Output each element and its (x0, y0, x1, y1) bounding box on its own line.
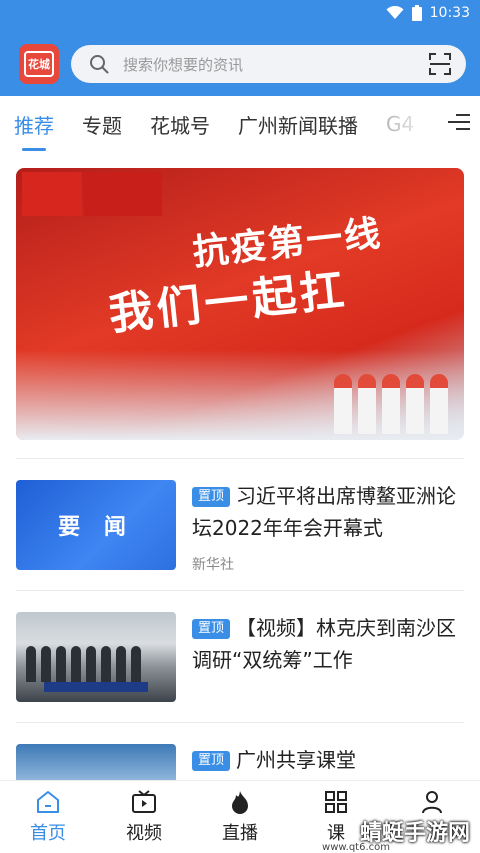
search-icon (90, 55, 109, 74)
nav-label: 视频 (126, 823, 162, 844)
news-thumbnail (16, 612, 176, 702)
home-icon (37, 791, 59, 813)
nav-label: 直播 (222, 823, 258, 844)
status-time: 10:33 (429, 5, 470, 21)
news-title: 置顶 【视频】林克庆到南沙区调研“双统筹”工作 (192, 616, 457, 672)
nav-video[interactable]: 视频 (96, 781, 192, 853)
tab-fade-overlay (390, 96, 450, 152)
watermark-url: www.qt6.com (322, 842, 390, 853)
grid-icon (325, 791, 347, 813)
volunteers-image (334, 354, 454, 434)
news-source: 新华社 (192, 557, 234, 573)
app-logo[interactable]: 花城 (19, 44, 59, 84)
news-item[interactable]: 置顶 【视频】林克庆到南沙区调研“双统筹”工作 (16, 612, 464, 704)
fire-icon (232, 791, 248, 814)
scan-icon[interactable] (428, 52, 452, 76)
tab-menu-icon[interactable] (448, 114, 470, 132)
divider (16, 590, 464, 591)
pinned-badge: 置顶 (192, 751, 231, 771)
feature-banner[interactable]: 抗疫第一线 我们一起扛 (16, 168, 464, 440)
nav-label: 首页 (30, 823, 66, 844)
video-icon (132, 790, 156, 813)
battery-icon (411, 5, 422, 21)
tab-huacheng-hao[interactable]: 花城号 (150, 110, 210, 139)
news-title: 置顶 习近平将出席博鳌亚洲论坛2022年年会开幕式 (192, 484, 457, 540)
user-icon (422, 791, 442, 814)
news-title: 置顶 广州共享课堂 (192, 744, 464, 776)
bottom-nav: 首页 视频 直播 课 蜻蜓手游网 www.qt6.com (0, 780, 480, 853)
pinned-badge: 置顶 (192, 619, 231, 639)
tab-guangzhou-news[interactable]: 广州新闻联播 (238, 110, 358, 139)
news-thumbnail: 要 闻 (16, 480, 176, 570)
party-flag (22, 172, 82, 216)
search-bar[interactable]: 搜索你想要的资讯 (71, 45, 466, 83)
news-item[interactable]: 要 闻 置顶 习近平将出席博鳌亚洲论坛2022年年会开幕式 新华社 (16, 480, 464, 573)
status-bar: 10:33 (386, 4, 470, 22)
wifi-icon (386, 6, 404, 19)
red-banner-cloth (84, 172, 162, 216)
divider (16, 722, 464, 723)
divider (16, 458, 464, 459)
thumbnail-label: 要 闻 (58, 515, 134, 540)
tab-topics[interactable]: 专题 (82, 110, 122, 139)
nav-live[interactable]: 直播 (192, 781, 288, 853)
pinned-badge: 置顶 (192, 487, 231, 507)
banner-title-line2: 我们一起扛 (106, 264, 351, 341)
app-header: 10:33 花城 搜索你想要的资讯 (0, 0, 480, 96)
tab-recommend[interactable]: 推荐 (14, 110, 54, 151)
nav-home[interactable]: 首页 (0, 781, 96, 853)
logo-text: 花城 (24, 51, 54, 77)
search-placeholder: 搜索你想要的资讯 (123, 55, 244, 74)
